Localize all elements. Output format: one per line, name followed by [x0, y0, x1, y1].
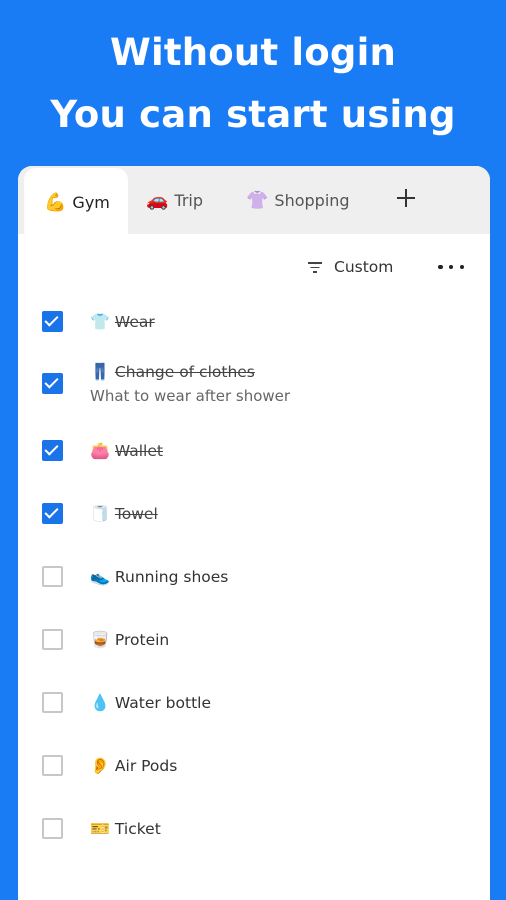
flexed-biceps-icon: 💪: [44, 191, 67, 213]
item-text[interactable]: Ticket: [115, 820, 161, 838]
ear-icon: 👂: [90, 756, 110, 775]
item-checkbox[interactable]: [42, 440, 63, 461]
item-label: 👟 Running shoes: [90, 566, 228, 587]
purse-icon: 👛: [90, 441, 110, 460]
item-label: 💧 Water bottle: [90, 692, 211, 713]
filter-icon: [308, 261, 322, 273]
add-tab-button[interactable]: [392, 182, 420, 214]
item-text[interactable]: Air Pods: [115, 757, 177, 775]
item-label: 👛 Wallet: [90, 440, 163, 461]
item-text[interactable]: Wallet: [115, 442, 163, 460]
item-label: 🎫 Ticket: [90, 818, 161, 839]
item-label: 🥃 Protein: [90, 629, 169, 650]
tab-shopping[interactable]: 👚 Shopping: [246, 166, 350, 234]
ticket-icon: 🎫: [90, 819, 110, 838]
car-icon: 🚗: [146, 189, 169, 211]
plus-icon: [397, 189, 415, 207]
towel-icon: 🧻: [90, 504, 110, 523]
sort-button[interactable]: Custom: [308, 254, 393, 280]
checklist-card: 💪 Gym 🚗 Trip 👚 Shopping Custom 👕 Wear 👖 …: [18, 166, 490, 900]
item-checkbox[interactable]: [42, 503, 63, 524]
item-checkbox[interactable]: [42, 311, 63, 332]
tab-label: Shopping: [274, 190, 350, 210]
item-checkbox[interactable]: [42, 755, 63, 776]
item-text[interactable]: Protein: [115, 631, 169, 649]
tab-gym[interactable]: 💪 Gym: [24, 168, 128, 236]
item-text[interactable]: Change of clothes: [115, 363, 255, 381]
sort-label: Custom: [334, 258, 394, 276]
item-checkbox[interactable]: [42, 629, 63, 650]
tab-trip[interactable]: 🚗 Trip: [146, 166, 203, 234]
headline: Without login You can start using: [0, 22, 506, 146]
jeans-icon: 👖: [90, 362, 110, 381]
item-note: What to wear after shower: [90, 387, 291, 405]
item-label: 🧻 Towel: [90, 503, 158, 524]
tab-label: Trip: [174, 190, 204, 210]
item-label: 👕 Wear: [90, 311, 155, 332]
tab-label: Gym: [72, 192, 110, 212]
item-label: 👖 Change of clothes: [90, 361, 255, 382]
item-label: 👂 Air Pods: [90, 755, 177, 776]
item-text[interactable]: Towel: [115, 505, 158, 523]
running-shoe-icon: 👟: [90, 567, 110, 586]
item-checkbox[interactable]: [42, 692, 63, 713]
more-horizontal-icon: [438, 264, 464, 270]
more-options-button[interactable]: [438, 256, 464, 278]
item-checkbox[interactable]: [42, 373, 63, 394]
tab-bar: 💪 Gym 🚗 Trip 👚 Shopping: [18, 166, 490, 236]
item-checkbox[interactable]: [42, 818, 63, 839]
item-checkbox[interactable]: [42, 566, 63, 587]
droplet-icon: 💧: [90, 693, 110, 712]
headline-line-1: Without login: [109, 31, 397, 74]
item-text[interactable]: Running shoes: [115, 568, 228, 586]
headline-line-2: You can start using: [50, 93, 456, 136]
tumbler-glass-icon: 🥃: [90, 630, 110, 649]
item-text[interactable]: Water bottle: [115, 694, 211, 712]
blouse-icon: 👚: [246, 189, 269, 211]
item-text[interactable]: Wear: [115, 313, 155, 331]
t-shirt-icon: 👕: [90, 312, 110, 331]
